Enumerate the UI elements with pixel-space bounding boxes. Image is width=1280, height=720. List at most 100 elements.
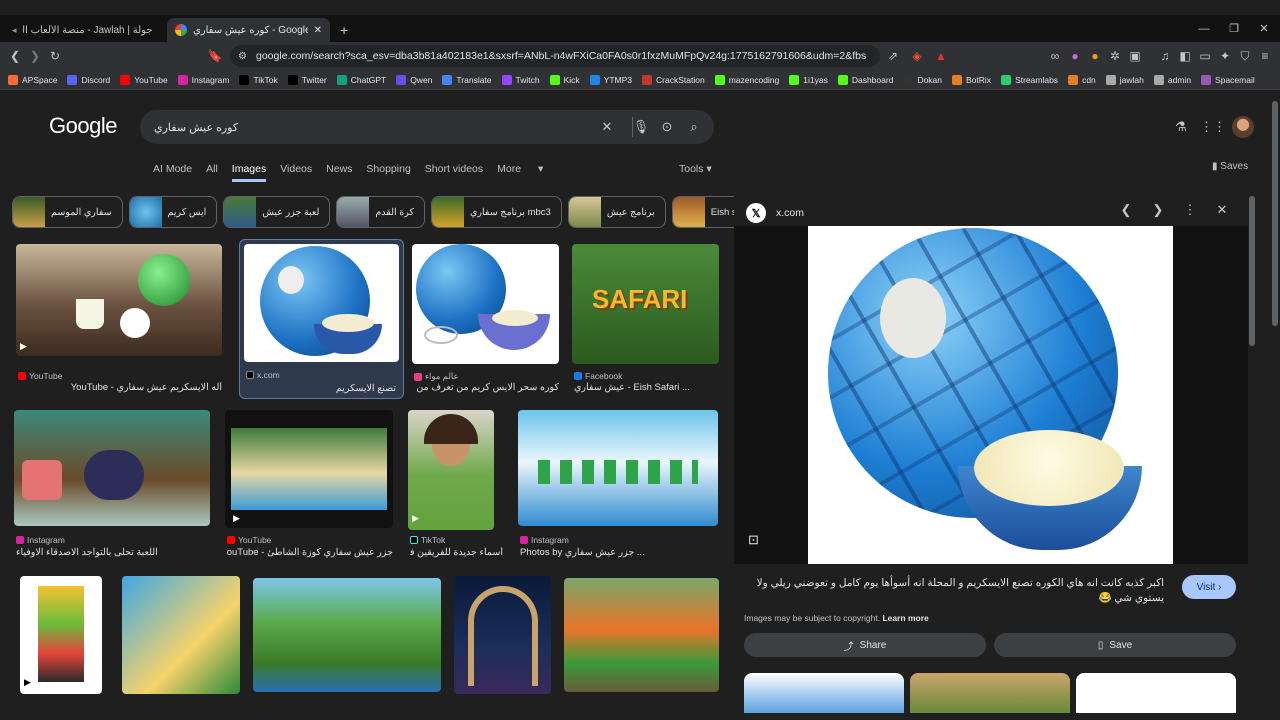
bookmark-item[interactable]: Twitch (501, 74, 540, 85)
tab-all[interactable]: All (206, 163, 218, 182)
saves-button[interactable]: ▮ Saves (1212, 161, 1248, 172)
bookmark-item[interactable]: CrackStation (642, 74, 705, 85)
forward-icon[interactable]: ❯ (26, 47, 44, 65)
extension-icon[interactable]: ● (1066, 47, 1084, 65)
apps-grid-icon[interactable]: ⋮⋮ (1200, 118, 1226, 136)
image-result[interactable]: Instagram Photos by جزر عيش سفاري ... (518, 410, 718, 560)
bookmark-item[interactable]: Kick (549, 74, 580, 85)
share-button[interactable]: ⤴ Share (744, 633, 986, 657)
related-chip[interactable]: لعبة جزر عيش (223, 196, 331, 228)
preview-image[interactable]: ⊡ (734, 226, 1248, 564)
lens-icon[interactable]: ⊙ (658, 118, 676, 136)
tab-jawlah[interactable]: ◂ جولة | Jawlah - منصة الألعاب التفاعلية (4, 18, 164, 42)
image-result[interactable] (122, 576, 240, 694)
more-options-icon[interactable]: ⋮ (1181, 201, 1199, 219)
related-chip[interactable]: سفاري الموسم (12, 196, 123, 228)
bookmark-item[interactable]: admin (1153, 74, 1191, 85)
microphone-icon[interactable]: 🎙 (632, 118, 650, 136)
related-chip[interactable]: ايس كريم (128, 196, 218, 228)
back-icon[interactable]: ❮ (6, 47, 24, 65)
bookmark-item[interactable]: Dashboard (837, 74, 893, 85)
previous-icon[interactable]: ❮ (1117, 201, 1135, 219)
image-result-selected[interactable]: x.com تصنع الايسكريم (239, 239, 404, 399)
related-image[interactable] (1076, 673, 1236, 713)
bookmark-item[interactable]: Twitter (287, 74, 327, 85)
share-page-icon[interactable]: ⇗ (884, 47, 902, 65)
extensions-icon[interactable]: ✲ (1106, 47, 1124, 65)
tab-short-videos[interactable]: Short videos (425, 163, 483, 182)
clear-icon[interactable]: ✕ (598, 118, 616, 136)
bookmark-item[interactable]: BotRix (952, 74, 991, 85)
image-result[interactable]: Instagram اللعبة تحلى بالتواجد الاصدقاء … (14, 410, 210, 560)
labs-icon[interactable]: ⚗ (1172, 118, 1190, 136)
bookmark-icon[interactable]: 🔖 (206, 47, 224, 65)
tab-shopping[interactable]: Shopping (366, 163, 410, 182)
preview-title[interactable]: اكبر كذبه كانت انه هاي الكوره تصنع الايس… (744, 576, 1164, 606)
google-logo[interactable]: Google (49, 113, 117, 139)
bookmark-item[interactable]: jawlah (1105, 74, 1144, 85)
related-chip[interactable]: كرة القدم (336, 196, 425, 228)
bookmark-item[interactable]: APSpace (8, 74, 57, 85)
brave-rewards-icon[interactable]: ▲ (932, 47, 950, 65)
close-preview-icon[interactable]: ✕ (1213, 201, 1231, 219)
image-result[interactable]: ▶ YouTube آله الايسكريم عيش سفاري - YouT… (16, 244, 222, 394)
close-tab-icon[interactable]: ✕ (314, 25, 322, 36)
tab-news[interactable]: News (326, 163, 352, 182)
wallet-icon[interactable]: ▭ (1196, 47, 1214, 65)
reload-icon[interactable]: ↻ (46, 47, 64, 65)
avatar[interactable] (1232, 116, 1254, 138)
extension-icon[interactable]: ∞ (1046, 47, 1064, 65)
bookmark-item[interactable]: Discord (67, 74, 110, 85)
brave-shield-icon[interactable]: ◈ (908, 47, 926, 65)
window-close-icon[interactable]: ✕ (1244, 15, 1280, 42)
site-info-icon[interactable]: ⚙ (238, 51, 247, 62)
tab-images[interactable]: Images (231, 163, 267, 182)
image-result[interactable] (454, 576, 551, 694)
bookmark-item[interactable]: YTMP3 (589, 74, 632, 85)
extension-icon[interactable]: ● (1086, 47, 1104, 65)
tab-more[interactable]: More ▾ (497, 163, 543, 182)
bookmark-item[interactable]: 1i1yas (789, 74, 828, 85)
leo-ai-icon[interactable]: ✦ (1216, 47, 1234, 65)
address-bar[interactable]: ⚙ google.com/search?sca_esv=dba3b81a4021… (230, 45, 880, 67)
new-tab-button[interactable]: + (332, 18, 356, 42)
bookmark-item[interactable]: YouTube (120, 74, 168, 85)
tab-videos[interactable]: Videos (280, 163, 312, 182)
bookmark-item[interactable]: Dokan (903, 74, 942, 85)
image-result[interactable] (253, 578, 441, 692)
bookmark-item[interactable]: Translate (442, 74, 492, 85)
tab-google-search[interactable]: كوره عيش سفاري - Google Search ✕ (167, 18, 330, 42)
page-scrollbar[interactable] (1270, 91, 1280, 720)
bookmark-item[interactable]: Spacemail (1201, 74, 1255, 85)
save-button[interactable]: ▯ Save (994, 633, 1236, 657)
image-result[interactable] (564, 578, 719, 692)
visit-button[interactable]: Visit › (1182, 575, 1236, 599)
preview-scrollbar[interactable] (1249, 196, 1255, 346)
lens-search-icon[interactable]: ⊡ (748, 532, 759, 548)
related-image[interactable] (744, 673, 904, 713)
image-result[interactable]: SAFARI Facebook عيش سفاري - Eish Safari … (572, 244, 719, 394)
search-box[interactable]: كوره عيش سفاري ✕ 🎙 ⊙ ⌕ (140, 110, 714, 144)
extension-icon[interactable]: ▣ (1126, 47, 1144, 65)
menu-icon[interactable]: ≡ (1256, 47, 1274, 65)
search-input[interactable]: كوره عيش سفاري (154, 121, 238, 134)
bookmark-item[interactable]: Instagram (177, 74, 229, 85)
bookmark-item[interactable]: Qwen (396, 74, 432, 85)
related-image[interactable] (910, 673, 1070, 713)
bookmark-item[interactable]: ChatGPT (336, 74, 386, 85)
image-result[interactable]: ▶ YouTube جزر عيش سفاري كوزة الشاطئ - Yo… (225, 410, 393, 560)
tools-button[interactable]: Tools ▾ (679, 163, 712, 175)
media-icon[interactable]: ♫ (1156, 47, 1174, 65)
image-result[interactable]: ▶ (20, 576, 102, 694)
learn-more-link[interactable]: Learn more (882, 613, 928, 623)
image-result[interactable]: عالم مواء كوره سحر الايس كريم من تعرف من… (412, 244, 559, 394)
related-chip[interactable]: برنامج عيش (567, 196, 666, 228)
bookmark-item[interactable]: TikTok (239, 74, 278, 85)
image-result[interactable]: ▶ TikTok أسماء جديدة للفريقين في عو... (408, 410, 503, 560)
tab-ai-mode[interactable]: AI Mode (153, 163, 192, 182)
preview-site[interactable]: x.com (776, 207, 804, 219)
bookmark-item[interactable]: mazencoding (714, 74, 779, 85)
scrollbar-thumb[interactable] (1272, 101, 1278, 326)
vpn-icon[interactable]: ⛉ (1236, 47, 1254, 65)
search-icon[interactable]: ⌕ (685, 118, 703, 136)
